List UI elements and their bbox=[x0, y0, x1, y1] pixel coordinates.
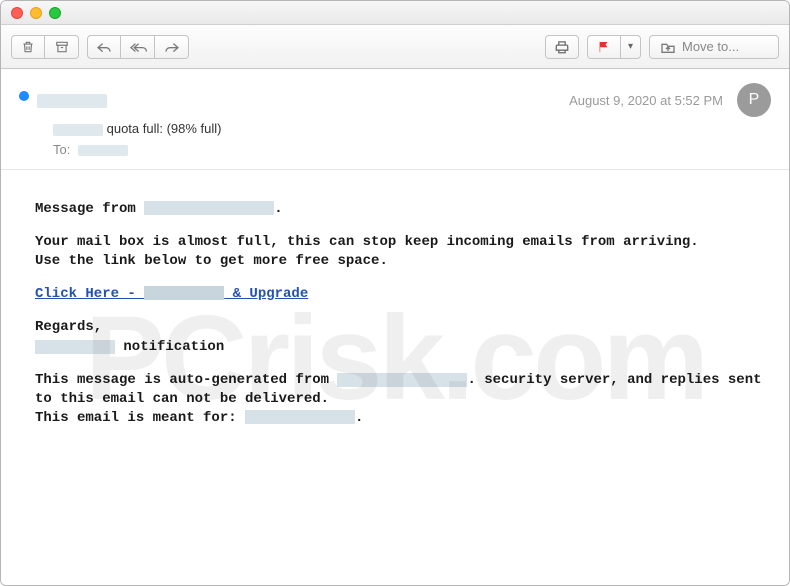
titlebar bbox=[1, 1, 789, 25]
from-row: August 9, 2020 at 5:52 PM P bbox=[19, 83, 771, 117]
toolbar: ▾ Move to... bbox=[1, 25, 789, 69]
to-recipient bbox=[78, 145, 128, 156]
avatar: P bbox=[737, 83, 771, 117]
delete-group bbox=[11, 35, 79, 59]
body-line-2: Your mail box is almost full, this can s… bbox=[35, 233, 771, 271]
maximize-window-button[interactable] bbox=[49, 7, 61, 19]
body-link-line: Click Here - & Upgrade bbox=[35, 285, 771, 304]
message-header: August 9, 2020 at 5:52 PM P quota full: … bbox=[1, 69, 789, 170]
archive-button[interactable] bbox=[45, 35, 79, 59]
reply-all-button[interactable] bbox=[121, 35, 155, 59]
print-icon bbox=[554, 40, 570, 54]
body-footer: This message is auto-generated from . se… bbox=[35, 371, 771, 428]
forward-button[interactable] bbox=[155, 35, 189, 59]
flag-icon bbox=[597, 40, 611, 54]
print-button[interactable] bbox=[545, 35, 579, 59]
watermark: PCrisk.com bbox=[1, 170, 789, 565]
unread-dot-icon bbox=[19, 91, 29, 101]
move-to-button[interactable]: Move to... bbox=[649, 35, 779, 59]
subject-line: quota full: (98% full) bbox=[53, 121, 771, 136]
message-body: PCrisk.com Message from . Your mail box … bbox=[1, 170, 789, 585]
flag-dropdown-button[interactable]: ▾ bbox=[621, 35, 641, 59]
flag-button[interactable] bbox=[587, 35, 621, 59]
subject-text: quota full: (98% full) bbox=[103, 121, 222, 136]
delete-button[interactable] bbox=[11, 35, 45, 59]
trash-icon bbox=[21, 40, 35, 54]
minimize-window-button[interactable] bbox=[30, 7, 42, 19]
body-line-1: Message from . bbox=[35, 200, 771, 219]
reply-group bbox=[87, 35, 189, 59]
reply-all-icon bbox=[129, 41, 147, 53]
move-icon bbox=[660, 40, 676, 54]
chevron-down-icon: ▾ bbox=[628, 41, 633, 52]
to-label: To: bbox=[53, 142, 70, 157]
reply-icon bbox=[96, 41, 112, 53]
to-row: To: bbox=[53, 142, 771, 157]
message-date: August 9, 2020 at 5:52 PM bbox=[569, 93, 723, 108]
archive-icon bbox=[55, 40, 69, 54]
mail-window: ▾ Move to... August 9, 2020 at 5:52 PM P… bbox=[0, 0, 790, 586]
reply-button[interactable] bbox=[87, 35, 121, 59]
body-notification: notification bbox=[35, 338, 771, 357]
move-to-label: Move to... bbox=[682, 39, 739, 54]
sender-name bbox=[37, 92, 107, 108]
forward-icon bbox=[164, 41, 180, 53]
close-window-button[interactable] bbox=[11, 7, 23, 19]
body-regards: Regards, bbox=[35, 318, 771, 337]
flag-group: ▾ bbox=[587, 35, 641, 59]
upgrade-link[interactable]: Click Here - & Upgrade bbox=[35, 286, 308, 302]
